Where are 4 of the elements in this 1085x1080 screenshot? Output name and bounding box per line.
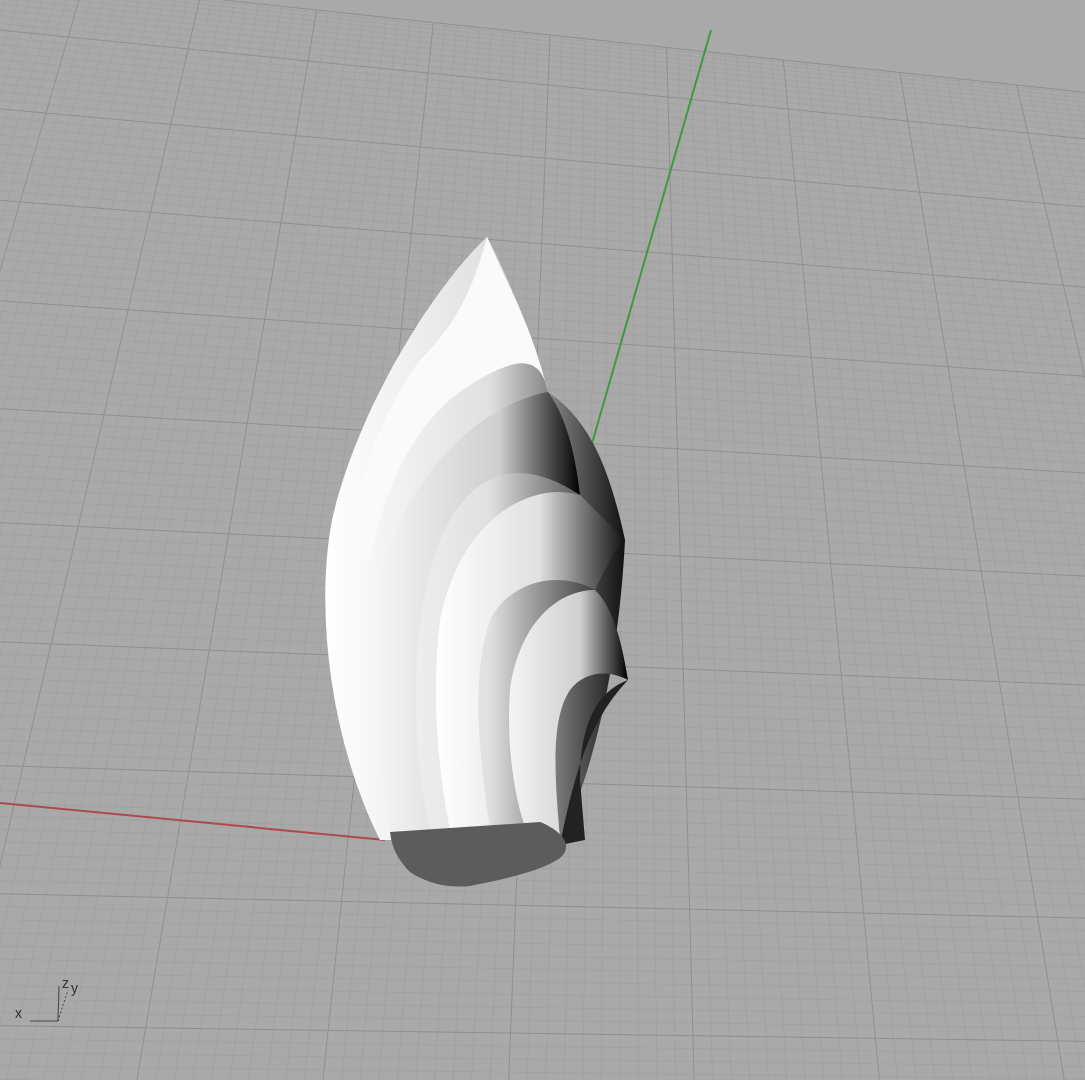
viewport[interactable]: x zy <box>0 0 1085 1080</box>
z-axis-label: z <box>62 976 69 990</box>
x-axis-label: x <box>15 1006 22 1020</box>
y-axis-label: y <box>71 981 78 995</box>
